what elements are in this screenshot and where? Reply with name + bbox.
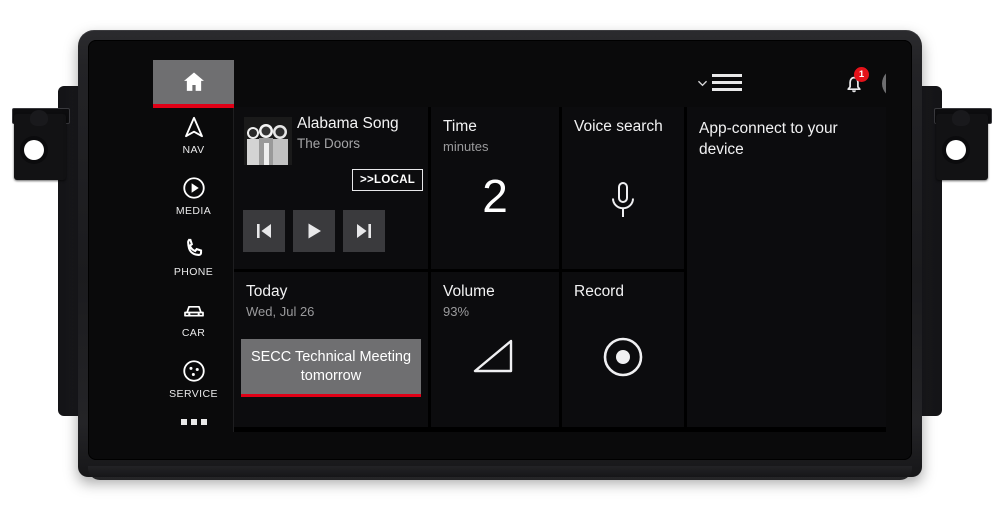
sidebar-item-label: MEDIA xyxy=(175,204,212,217)
skip-previous-icon xyxy=(257,224,271,238)
tile-today-calendar[interactable]: Today Wed, Jul 26 SECC Technical Meeting… xyxy=(234,272,428,427)
microphone-icon xyxy=(612,182,634,217)
calendar-event-item[interactable]: SECC Technical Meeting tomorrow xyxy=(241,339,421,397)
more-dots-icon xyxy=(180,419,207,425)
sidebar: NAV MEDIA PHONE CAR SERVICE xyxy=(153,60,234,432)
service-wheel-icon xyxy=(182,359,205,382)
notifications-button[interactable]: 1 xyxy=(842,67,869,101)
volume-triangle-icon xyxy=(473,339,513,373)
sidebar-item-more[interactable] xyxy=(153,409,234,432)
sidebar-item-label: PHONE xyxy=(173,265,214,278)
tile-record[interactable]: Record xyxy=(562,272,684,427)
car-icon xyxy=(183,305,204,317)
dashboard-tile-grid: Alabama Song The Doors >>LOCAL Time minu… xyxy=(234,107,886,432)
play-button[interactable] xyxy=(293,210,335,252)
tile-volume[interactable]: Volume 93% xyxy=(431,272,559,427)
sidebar-item-phone[interactable]: PHONE xyxy=(153,226,234,287)
navigation-arrow-icon xyxy=(184,116,203,137)
chevron-down-icon xyxy=(697,80,708,86)
home-icon xyxy=(183,72,204,91)
tile-voice-search[interactable]: Voice search xyxy=(562,107,684,269)
infotainment-screen: NAV MEDIA PHONE CAR SERVICE 1 Alabama So… xyxy=(153,60,886,432)
mounting-bracket-right xyxy=(926,104,998,190)
user-avatar[interactable] xyxy=(882,69,886,98)
tile-time[interactable]: Time minutes 2 xyxy=(431,107,559,269)
play-circle-icon xyxy=(182,176,205,199)
tile-time-title: Time xyxy=(443,118,477,135)
sidebar-item-car[interactable]: CAR xyxy=(153,287,234,348)
album-art-thumbnail xyxy=(244,117,292,165)
hamburger-menu-button[interactable] xyxy=(697,72,742,94)
tile-voice-title: Voice search xyxy=(574,118,663,135)
sidebar-item-service[interactable]: SERVICE xyxy=(153,348,234,409)
tile-record-title: Record xyxy=(574,283,624,300)
tile-app-connect[interactable]: App-connect to your device xyxy=(687,107,886,427)
media-song-title: Alabama Song xyxy=(297,115,399,132)
media-transport-controls xyxy=(243,210,385,252)
sidebar-item-media[interactable]: MEDIA xyxy=(153,165,234,226)
media-artist-name: The Doors xyxy=(297,136,361,151)
sidebar-item-home[interactable] xyxy=(153,60,234,108)
mounting-bracket-left xyxy=(4,104,76,190)
sidebar-item-nav[interactable]: NAV xyxy=(153,104,234,165)
tile-time-value: 2 xyxy=(482,170,508,222)
event-accent-bar xyxy=(241,394,421,397)
status-bar: 1 18:00 xyxy=(234,60,886,107)
tile-app-connect-title: App-connect to your device xyxy=(699,120,838,158)
skip-next-icon xyxy=(357,224,371,238)
tile-volume-title: Volume xyxy=(443,283,495,300)
tile-media-player[interactable]: Alabama Song The Doors >>LOCAL xyxy=(234,107,428,269)
screenshot-stage: NAV MEDIA PHONE CAR SERVICE 1 Alabama So… xyxy=(0,0,1000,507)
play-icon xyxy=(308,223,321,239)
sidebar-item-label: NAV xyxy=(182,143,205,156)
sidebar-item-label: SERVICE xyxy=(169,387,218,400)
phone-icon xyxy=(186,238,202,256)
tile-today-subtitle: Wed, Jul 26 xyxy=(246,304,315,319)
media-source-button[interactable]: >>LOCAL xyxy=(352,169,424,191)
tile-today-title: Today xyxy=(246,283,288,300)
record-circle-icon xyxy=(603,337,643,377)
sidebar-item-label: CAR xyxy=(181,326,206,339)
calendar-event-text: SECC Technical Meeting tomorrow xyxy=(250,349,412,384)
previous-track-button[interactable] xyxy=(243,210,285,252)
head-unit-base xyxy=(88,466,912,480)
tile-volume-value: 93% xyxy=(443,304,470,319)
hamburger-menu-icon xyxy=(712,74,742,91)
tile-time-subtitle: minutes xyxy=(443,139,489,154)
notification-badge: 1 xyxy=(854,67,869,82)
next-track-button[interactable] xyxy=(343,210,385,252)
